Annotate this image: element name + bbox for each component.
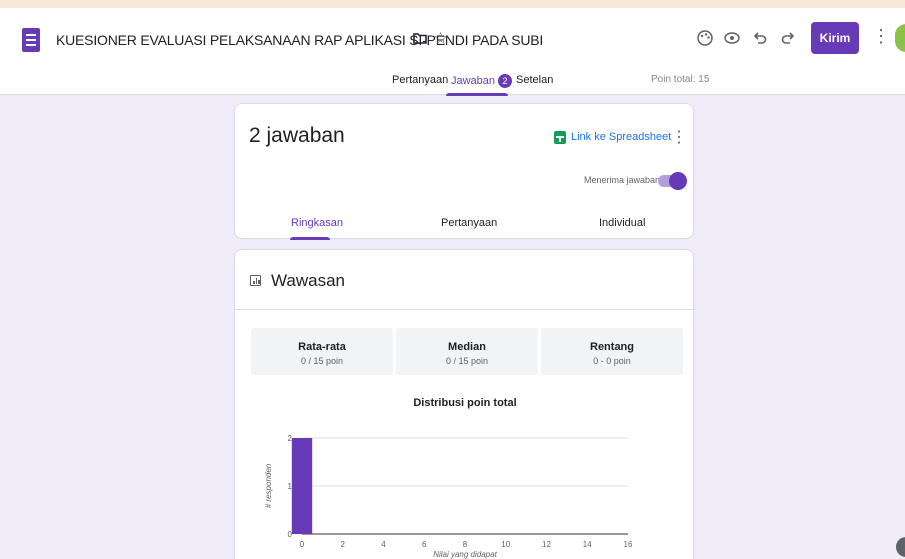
undo-icon[interactable] <box>750 28 770 48</box>
x-tick-label: 4 <box>381 540 386 549</box>
y-tick-label: 0 <box>288 530 293 539</box>
more-vert-icon[interactable]: ⋮ <box>872 26 890 47</box>
bar <box>291 438 313 534</box>
folder-icon[interactable] <box>413 31 427 45</box>
redo-icon[interactable] <box>778 28 798 48</box>
responses-count-badge: 2 <box>498 74 513 88</box>
divider <box>235 309 695 310</box>
stat-label: Rata-rata <box>298 341 346 353</box>
x-tick-label: 12 <box>542 540 551 549</box>
x-tick-label: 6 <box>422 540 427 549</box>
accepting-responses-label: Menerima jawaban <box>584 175 661 185</box>
star-icon[interactable]: ☆ <box>433 29 448 49</box>
form-header: KUESIONER EVALUASI PELAKSANAAN RAP APLIK… <box>0 8 905 96</box>
y-tick-label: 1 <box>288 482 293 491</box>
x-axis-label: Nilai yang didapat <box>433 550 497 559</box>
x-tick-label: 14 <box>583 540 592 549</box>
points-total: Poin total: 15 <box>651 74 710 85</box>
stat-average: Rata-rata 0 / 15 poin <box>251 328 393 375</box>
doc-title[interactable]: KUESIONER EVALUASI PELAKSANAAN RAP APLIK… <box>56 32 543 48</box>
more-vert-icon[interactable]: ⋮ <box>671 127 687 147</box>
browser-top-strip <box>0 0 905 8</box>
preview-icon[interactable] <box>722 28 742 48</box>
active-subtab-indicator <box>290 237 330 240</box>
chart-title: Distribusi poin total <box>413 397 517 409</box>
insights-chart-icon <box>250 275 261 286</box>
x-tick-label: 8 <box>463 540 468 549</box>
x-tick-label: 10 <box>501 540 510 549</box>
active-tab-indicator <box>446 93 508 96</box>
x-tick-label: 0 <box>300 540 305 549</box>
send-button[interactable]: Kirim <box>811 22 859 54</box>
insights-card: Wawasan Rata-rata 0 / 15 poin Median 0 /… <box>234 249 695 559</box>
tab-responses[interactable]: Jawaban 2 <box>451 74 513 88</box>
stat-range: Rentang 0 - 0 poin <box>541 328 683 375</box>
toggle-thumb[interactable] <box>669 172 687 190</box>
tab-questions[interactable]: Pertanyaan <box>392 74 448 86</box>
forms-icon[interactable] <box>22 28 40 52</box>
help-icon[interactable] <box>896 537 905 557</box>
link-to-spreadsheet[interactable]: Link ke Spreadsheet <box>571 131 671 143</box>
y-tick-label: 2 <box>288 434 293 443</box>
responses-summary-card: 2 jawaban Link ke Spreadsheet ⋮ Menerima… <box>234 103 694 240</box>
tab-question[interactable]: Pertanyaan <box>441 217 497 229</box>
tab-settings[interactable]: Setelan <box>516 74 553 86</box>
x-tick-label: 16 <box>624 540 633 549</box>
sheets-icon[interactable] <box>554 131 566 144</box>
avatar[interactable] <box>895 24 905 52</box>
palette-icon[interactable] <box>695 28 715 48</box>
tab-summary[interactable]: Ringkasan <box>291 217 343 229</box>
stat-value: 0 / 15 poin <box>445 356 489 366</box>
stat-value: 0 / 15 poin <box>300 356 344 366</box>
response-count: 2 jawaban <box>249 124 345 147</box>
stat-value: 0 - 0 poin <box>593 356 631 366</box>
tab-responses-label: Jawaban <box>451 75 496 87</box>
insights-title: Wawasan <box>271 271 346 290</box>
tab-individual[interactable]: Individual <box>599 217 645 229</box>
stat-label: Rentang <box>590 341 634 353</box>
stat-median: Median 0 / 15 poin <box>396 328 538 375</box>
y-axis-label: # responden <box>264 463 273 508</box>
points-distribution-chart: 0120 2 4 6 8 10 12 14 16# respondenNilai yang di… <box>264 434 633 559</box>
stat-label: Median <box>448 341 486 353</box>
x-tick-label: 2 <box>341 540 346 549</box>
